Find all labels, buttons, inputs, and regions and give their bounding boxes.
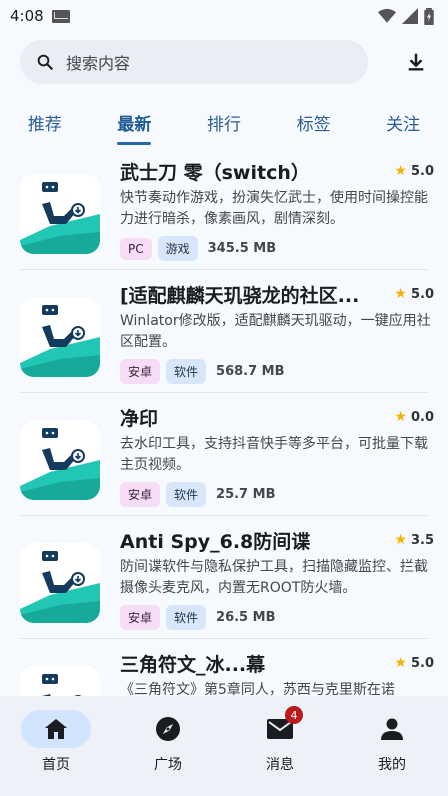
platform-chip[interactable]: 安卓 — [120, 482, 161, 507]
app-title: Anti Spy_6.8防间谍 — [120, 530, 311, 553]
nav-home[interactable]: 首页 — [0, 696, 112, 796]
category-tabs: 推荐 最新 排行 标签 关注 — [0, 94, 448, 150]
app-rating: ★ 5.0 — [394, 163, 434, 179]
category-chip[interactable]: 软件 — [166, 482, 207, 507]
nav-label: 广场 — [154, 757, 182, 773]
app-title: 三角符文_冰...幕 — [120, 653, 266, 676]
category-chip[interactable]: 软件 — [166, 359, 207, 384]
bottom-navigation: 首页 广场 4 消息 我的 — [0, 696, 448, 796]
home-icon — [45, 719, 67, 739]
star-icon: ★ — [394, 409, 407, 425]
list-item[interactable]: 武士刀 零（switch） ★ 5.0 快节奏动作游戏，扮演失忆武士，使用时间操控… — [0, 146, 448, 269]
search-placeholder: 搜索内容 — [66, 54, 131, 73]
wifi-icon — [378, 8, 396, 23]
app-icon — [20, 420, 100, 500]
tab-ranking[interactable]: 排行 — [179, 94, 269, 150]
status-time: 4:08 — [10, 7, 44, 25]
category-chip[interactable]: 软件 — [166, 605, 207, 630]
search-input[interactable]: 搜索内容 — [20, 40, 368, 84]
signal-icon — [402, 8, 418, 24]
app-icon — [20, 543, 100, 623]
app-size: 345.5 MB — [207, 241, 277, 256]
app-icon — [20, 174, 100, 254]
list-item[interactable]: 净印 ★ 0.0 去水印工具，支持抖音快手等多平台，可批量下载主页视频。 安卓 软… — [0, 392, 448, 515]
tab-latest[interactable]: 最新 — [90, 94, 180, 150]
app-size: 568.7 MB — [216, 364, 285, 379]
app-rating: ★ 0.0 — [394, 409, 434, 425]
battery-icon — [424, 7, 434, 25]
app-description: Winlator修改版，适配麒麟天玑驱动，一键应用社区配置。 — [120, 313, 431, 350]
nav-messages[interactable]: 4 消息 — [224, 696, 336, 796]
star-icon: ★ — [394, 286, 407, 302]
download-icon — [408, 53, 424, 71]
nav-label: 首页 — [42, 757, 70, 773]
star-icon: ★ — [394, 163, 407, 179]
app-rating: ★ 5.0 — [394, 286, 434, 302]
app-description: 快节奏动作游戏，扮演失忆武士，使用时间操控能力进行暗杀，像素画风，剧情深刻。 — [120, 190, 428, 227]
nav-label: 我的 — [378, 757, 406, 773]
nav-profile[interactable]: 我的 — [336, 696, 448, 796]
star-icon: ★ — [394, 532, 407, 548]
category-chip[interactable]: 游戏 — [157, 236, 198, 261]
nav-label: 消息 — [266, 757, 294, 773]
tab-following[interactable]: 关注 — [358, 94, 448, 150]
app-description: 《三角符文》第5章同人，苏西与克里斯在诺 — [120, 682, 395, 696]
app-title: 武士刀 零（switch） — [120, 161, 310, 184]
person-icon — [381, 718, 403, 740]
compass-icon — [156, 717, 180, 741]
app-description: 去水印工具，支持抖音快手等多平台，可批量下载主页视频。 — [120, 436, 428, 473]
unread-badge: 4 — [285, 706, 303, 724]
nav-square[interactable]: 广场 — [112, 696, 224, 796]
app-icon — [20, 666, 100, 696]
app-description: 防间谍软件与隐私保护工具，扫描隐藏监控、拦截摄像头麦克风，内置无ROOT防火墙。 — [120, 559, 428, 596]
search-row: 搜索内容 — [0, 32, 448, 86]
app-rating: ★ 3.5 — [394, 532, 434, 548]
platform-chip[interactable]: 安卓 — [120, 605, 161, 630]
tab-tags[interactable]: 标签 — [269, 94, 359, 150]
platform-chip[interactable]: PC — [120, 237, 152, 260]
star-icon: ★ — [394, 655, 407, 671]
list-item[interactable]: [适配麒麟天玑骁龙的社区... ★ 5.0 Winlator修改版，适配麒麟天玑驱… — [0, 269, 448, 392]
app-title: 净印 — [120, 407, 159, 430]
search-icon — [37, 54, 53, 70]
mail-notification-icon — [51, 9, 70, 23]
app-icon — [20, 297, 100, 377]
download-button[interactable] — [398, 44, 434, 80]
app-size: 26.5 MB — [216, 610, 276, 625]
app-title: [适配麒麟天玑骁龙的社区... — [120, 284, 360, 307]
status-bar: 4:08 — [0, 0, 448, 32]
app-list: 武士刀 零（switch） ★ 5.0 快节奏动作游戏，扮演失忆武士，使用时间操控… — [0, 146, 448, 696]
platform-chip[interactable]: 安卓 — [120, 359, 161, 384]
tab-recommend[interactable]: 推荐 — [0, 94, 90, 150]
list-item[interactable]: Anti Spy_6.8防间谍 ★ 3.5 防间谍软件与隐私保护工具，扫描隐藏监控… — [0, 515, 448, 638]
app-size: 25.7 MB — [216, 487, 276, 502]
list-item[interactable]: 三角符文_冰...幕 ★ 5.0 《三角符文》第5章同人，苏西与克里斯在诺 — [0, 638, 448, 696]
app-rating: ★ 5.0 — [394, 655, 434, 671]
